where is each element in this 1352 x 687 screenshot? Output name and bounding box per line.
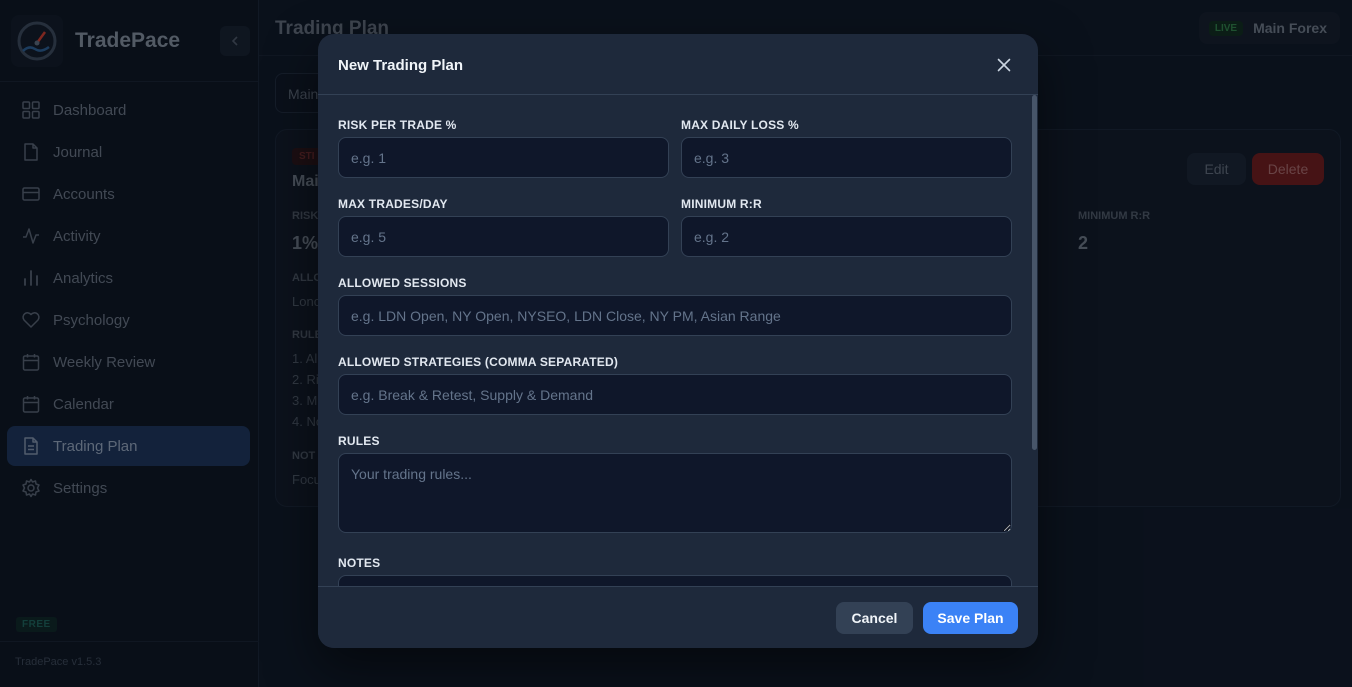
- modal-title: New Trading Plan: [338, 57, 464, 74]
- modal-scrollbar[interactable]: [1032, 95, 1037, 450]
- max-daily-loss-label: MAX DAILY LOSS %: [681, 118, 799, 132]
- allowed-strategies-label: ALLOWED STRATEGIES (COMMA SEPARATED): [338, 355, 619, 369]
- new-plan-modal: New Trading Plan RISK PER TRADE % MAX DA…: [318, 34, 1038, 648]
- min-rr-input[interactable]: [681, 216, 1012, 257]
- max-trades-label: MAX TRADES/DAY: [338, 197, 448, 211]
- notes-field-label: NOTES: [338, 556, 381, 570]
- risk-per-trade-label: RISK PER TRADE %: [338, 118, 457, 132]
- rules-textarea[interactable]: [338, 453, 1012, 533]
- modal-header: New Trading Plan: [318, 34, 1038, 95]
- allowed-sessions-input[interactable]: [338, 295, 1012, 336]
- save-plan-button[interactable]: Save Plan: [923, 602, 1018, 634]
- rules-field-label: RULES: [338, 434, 380, 448]
- notes-textarea[interactable]: [338, 575, 1012, 586]
- allowed-strategies-input[interactable]: [338, 374, 1012, 415]
- modal-body[interactable]: RISK PER TRADE % MAX DAILY LOSS % MAX TR…: [318, 95, 1038, 586]
- close-button[interactable]: [994, 55, 1014, 75]
- max-daily-loss-input[interactable]: [681, 137, 1012, 178]
- cancel-button[interactable]: Cancel: [836, 602, 913, 634]
- max-trades-input[interactable]: [338, 216, 669, 257]
- risk-per-trade-input[interactable]: [338, 137, 669, 178]
- close-icon: [997, 58, 1011, 72]
- modal-footer: Cancel Save Plan: [318, 586, 1038, 648]
- min-rr-field-label: MINIMUM R:R: [681, 197, 762, 211]
- allowed-sessions-label: ALLOWED SESSIONS: [338, 276, 467, 290]
